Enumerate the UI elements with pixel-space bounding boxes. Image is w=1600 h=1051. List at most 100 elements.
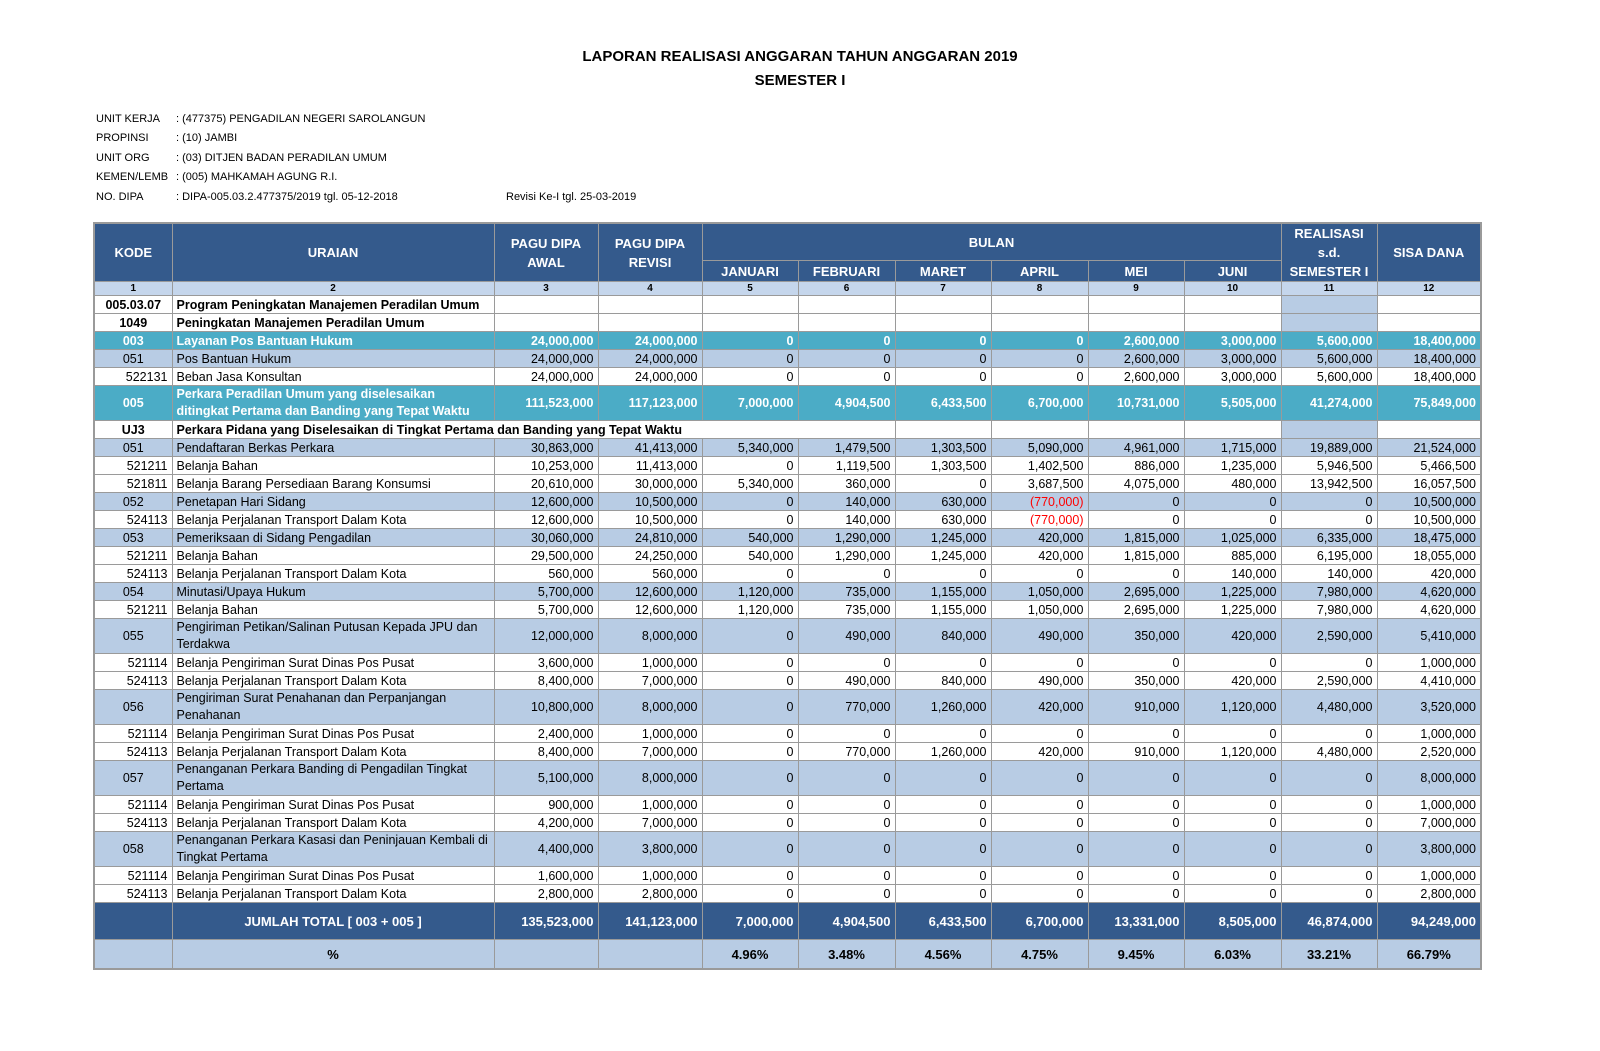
row-value: 2,800,000	[493, 884, 599, 903]
row-uraian: Pengiriman Surat Penahanan dan Perpanjan…	[171, 689, 495, 725]
percent-value: 4.96%	[701, 939, 799, 970]
row-value: 1,050,000	[990, 600, 1089, 619]
col-header-month: APRIL	[990, 260, 1089, 282]
row-value: 490,000	[797, 671, 896, 690]
row-value: 0	[1087, 510, 1185, 529]
row-value: 1,155,000	[894, 582, 992, 601]
row-value: 0	[797, 331, 896, 350]
table-row: 521211 Belanja Bahan 10,253,000 11,413,000 0…	[93, 456, 1482, 475]
table-row: 057 Penanganan Perkara Banding di Pengadi…	[93, 760, 1482, 796]
row-uraian: Belanja Pengiriman Surat Dinas Pos Pusat	[171, 795, 495, 814]
row-value: 0	[1183, 866, 1282, 885]
col-header-bulan: BULAN	[701, 222, 1282, 262]
row-uraian: Pemeriksaan di Sidang Pengadilan	[171, 528, 495, 547]
row-value: 4,620,000	[1376, 582, 1482, 601]
row-value: 5,700,000	[493, 582, 599, 601]
row-value: 1,260,000	[894, 689, 992, 725]
row-value: 1,000,000	[597, 653, 703, 672]
row-value: 0	[701, 564, 799, 583]
row-value: 350,000	[1087, 671, 1185, 690]
row-value: 0	[990, 866, 1089, 885]
row-value	[894, 295, 992, 314]
row-kode: 051	[93, 438, 173, 457]
table-row: 051 Pendaftaran Berkas Perkara 30,863,000 4…	[93, 438, 1482, 457]
row-value: 0	[701, 367, 799, 386]
row-value: 10,500,000	[1376, 492, 1482, 511]
row-value: 0	[701, 349, 799, 368]
col-number: 3	[493, 281, 599, 296]
row-value: 10,500,000	[1376, 510, 1482, 529]
row-kode: 524113	[93, 884, 173, 903]
row-value: 420,000	[990, 546, 1089, 565]
row-uraian: Belanja Bahan	[171, 600, 495, 619]
row-value: 1,155,000	[894, 600, 992, 619]
row-value: 0	[797, 866, 896, 885]
row-value: 0	[797, 564, 896, 583]
row-value: 0	[894, 564, 992, 583]
row-kode: 521211	[93, 456, 173, 475]
row-value: 0	[1183, 510, 1282, 529]
row-value: 490,000	[797, 618, 896, 654]
row-value	[797, 313, 896, 332]
row-value: 0	[797, 795, 896, 814]
row-value: 0	[1280, 831, 1378, 867]
row-value: 0	[701, 795, 799, 814]
total-row: JUMLAH TOTAL [ 003 + 005 ] 135,523,000 141…	[93, 902, 1482, 940]
row-value: 0	[894, 831, 992, 867]
row-value: 0	[1280, 724, 1378, 743]
row-uraian: Belanja Perjalanan Transport Dalam Kota	[171, 671, 495, 690]
row-value: 0	[1183, 795, 1282, 814]
row-value: 0	[990, 884, 1089, 903]
row-value: 4,620,000	[1376, 600, 1482, 619]
row-value: 0	[1183, 831, 1282, 867]
row-value: 0	[701, 510, 799, 529]
row-value: 3,000,000	[1183, 367, 1282, 386]
row-value: 0	[797, 831, 896, 867]
row-value: 0	[990, 831, 1089, 867]
total-value: 4,904,500	[797, 902, 896, 940]
row-kode: 521114	[93, 795, 173, 814]
row-value	[1376, 313, 1482, 332]
total-value: 135,523,000	[493, 902, 599, 940]
col-header-pagu-revisi: PAGU DIPA REVISI	[597, 222, 703, 282]
row-value: 1,000,000	[1376, 653, 1482, 672]
row-value: 3,520,000	[1376, 689, 1482, 725]
row-uraian: Belanja Perjalanan Transport Dalam Kota	[171, 884, 495, 903]
row-empty-cell	[1280, 420, 1378, 439]
row-value: 0	[1183, 653, 1282, 672]
row-value: 2,695,000	[1087, 582, 1185, 601]
table-row: 051 Pos Bantuan Hukum 24,000,000 24,000,000…	[93, 349, 1482, 368]
row-value: 0	[1280, 653, 1378, 672]
row-value: 0	[701, 331, 799, 350]
row-uraian: Belanja Pengiriman Surat Dinas Pos Pusat	[171, 724, 495, 743]
row-value: 24,000,000	[597, 331, 703, 350]
row-value: 1,119,500	[797, 456, 896, 475]
row-value: 7,000,000	[1376, 813, 1482, 832]
row-value: 0	[701, 618, 799, 654]
row-value: 0	[894, 866, 992, 885]
row-value: 2,800,000	[597, 884, 703, 903]
row-value: 0	[990, 760, 1089, 796]
row-value: 75,849,000	[1376, 385, 1482, 421]
row-value: 24,000,000	[597, 367, 703, 386]
row-kode: 003	[93, 331, 173, 350]
row-uraian: Beban Jasa Konsultan	[171, 367, 495, 386]
total-value: 13,331,000	[1087, 902, 1185, 940]
row-value: 0	[1087, 866, 1185, 885]
report-title: LAPORAN REALISASI ANGGARAN TAHUN ANGGARA…	[582, 48, 1018, 65]
row-value	[1087, 295, 1185, 314]
row-value	[493, 295, 599, 314]
col-number: 4	[597, 281, 703, 296]
row-uraian: Program Peningkatan Manajemen Peradilan …	[171, 295, 495, 314]
row-uraian: Perkara Peradilan Umum yang diselesaikan…	[171, 385, 495, 421]
row-kode: 521211	[93, 546, 173, 565]
row-value: 0	[1280, 510, 1378, 529]
row-value: 24,810,000	[597, 528, 703, 547]
row-value: 5,340,000	[701, 474, 799, 493]
row-value: 5,340,000	[701, 438, 799, 457]
row-value: 10,800,000	[493, 689, 599, 725]
row-kode: 521211	[93, 600, 173, 619]
row-value: 0	[701, 724, 799, 743]
row-value: 111,523,000	[493, 385, 599, 421]
row-value: 5,410,000	[1376, 618, 1482, 654]
